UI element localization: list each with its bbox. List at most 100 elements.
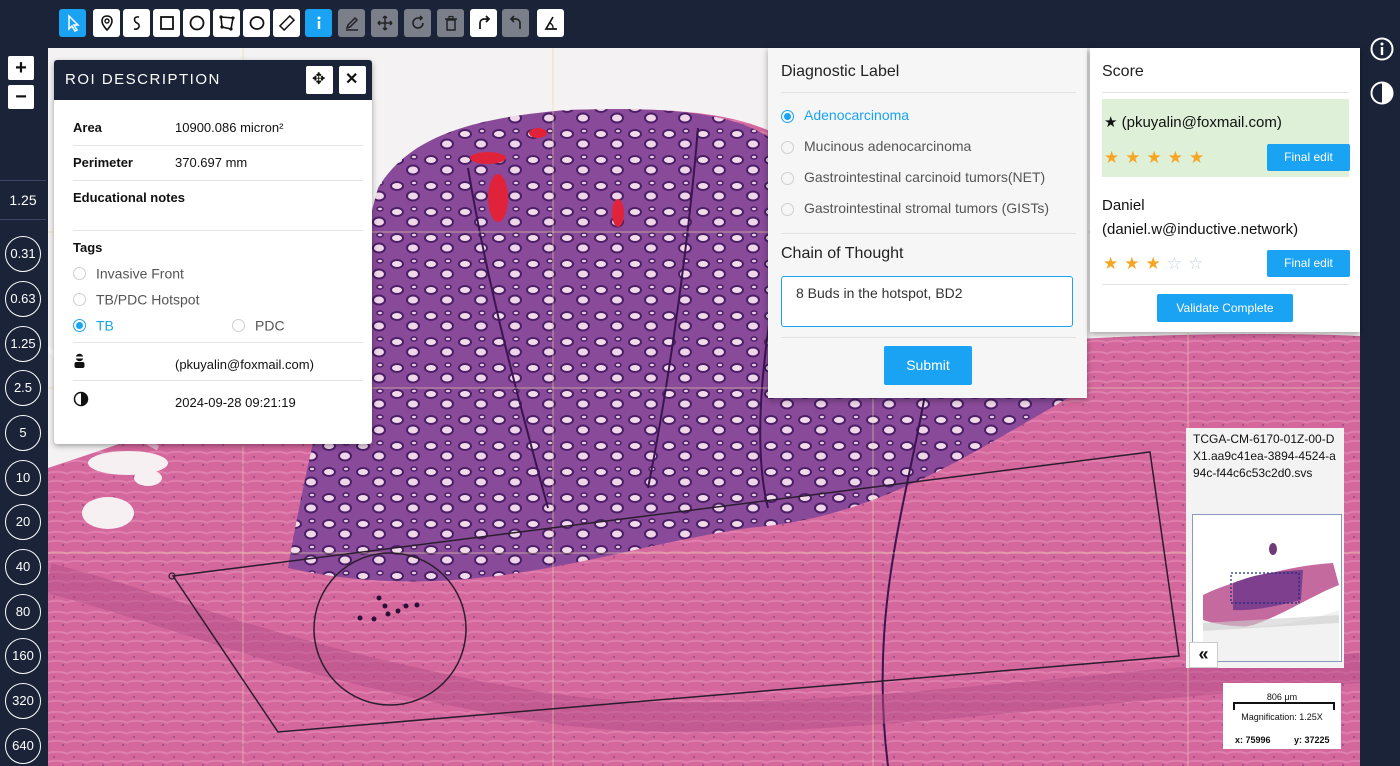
undo-icon[interactable] (502, 9, 529, 37)
scale-bar: 806 μm Magnification: 1.25X x: 75996 y: … (1223, 683, 1341, 749)
user-icon (74, 353, 85, 368)
rating-stars[interactable]: ★★★★★ (1104, 148, 1210, 168)
divider (73, 342, 363, 343)
contrast-icon[interactable] (1370, 81, 1394, 105)
tag-tb-pdc-hotspot[interactable]: TB/PDC Hotspot (73, 291, 363, 308)
chain-of-thought-textarea[interactable]: 8 Buds in the hotspot, BD2 (781, 276, 1073, 327)
angle-icon[interactable] (537, 9, 564, 37)
final-edit-button[interactable]: Final edit (1267, 250, 1350, 277)
rotate-icon[interactable] (404, 9, 431, 37)
ellipse-icon[interactable] (243, 9, 270, 37)
info-circle-icon[interactable] (1370, 37, 1394, 61)
magnification-button[interactable]: 20 (5, 504, 41, 540)
score-panel: Score ★ (pkuyalin@foxmail.com) ★★★★★ Fin… (1090, 48, 1360, 332)
rating-stars[interactable]: ★★★☆☆ (1103, 254, 1209, 274)
notes-row[interactable]: Educational notes (73, 190, 363, 205)
roi-description-panel: ROI DESCRIPTION ✥ ✕ Area 10900.086 micron… (54, 60, 372, 444)
area-row: Area 10900.086 micron² (73, 120, 363, 135)
magnification-button[interactable]: 640 (5, 728, 41, 764)
roi-panel-header[interactable]: ROI DESCRIPTION ✥ ✕ (54, 60, 372, 100)
info-icon[interactable] (305, 9, 332, 37)
clock-slot (73, 391, 175, 410)
scorer-name: Daniel (daniel.w@inductive.network) (1102, 194, 1298, 242)
zoom-out-button[interactable]: − (8, 85, 34, 109)
radio-icon[interactable] (73, 267, 86, 281)
slide-thumbnail[interactable] (1192, 514, 1342, 662)
ruler-icon[interactable] (273, 9, 300, 37)
diagnostic-label-panel: Diagnostic Label Adenocarcinoma Mucinous… (768, 48, 1087, 398)
move-icon[interactable] (371, 9, 398, 37)
divider (781, 337, 1076, 338)
divider (1102, 92, 1349, 93)
educational-notes-label: Educational notes (73, 190, 185, 205)
divider (73, 145, 363, 146)
divider (1102, 284, 1349, 285)
radio-icon[interactable] (73, 293, 86, 307)
radio-selected-icon[interactable] (73, 319, 86, 333)
close-icon[interactable]: ✕ (339, 66, 366, 94)
drag-move-icon[interactable]: ✥ (306, 66, 333, 94)
radio-icon[interactable] (781, 171, 794, 185)
polygon-icon[interactable] (213, 9, 240, 37)
diagnosis-option[interactable]: Gastrointestinal stromal tumors (GISTs) (781, 200, 1049, 216)
divider (781, 233, 1076, 234)
final-edit-button[interactable]: Final edit (1267, 144, 1350, 171)
right-sidebar (1360, 48, 1400, 766)
scorer-row: ★ (pkuyalin@foxmail.com) (1104, 113, 1282, 131)
magnification-button[interactable]: 10 (5, 460, 41, 496)
pencil-icon[interactable] (338, 9, 365, 37)
map-pin-icon[interactable] (93, 9, 120, 37)
radio-icon[interactable] (781, 202, 794, 216)
tag-pdc[interactable]: PDC (232, 317, 352, 334)
trash-icon[interactable] (437, 9, 464, 37)
select-pointer-icon[interactable] (59, 9, 86, 37)
roi-panel-title: ROI DESCRIPTION (65, 71, 221, 88)
tag-label: PDC (255, 317, 285, 334)
magnification-button[interactable]: 0.31 (5, 236, 41, 272)
radio-icon[interactable] (232, 319, 245, 333)
annotator-row: (pkuyalin@foxmail.com) (73, 353, 363, 372)
scorer-email: (daniel.w@inductive.network) (1102, 221, 1299, 238)
timestamp: 2024-09-28 09:21:19 (175, 395, 296, 410)
magnification-button[interactable]: 80 (5, 594, 41, 630)
tag-label: TB/PDC Hotspot (96, 291, 200, 308)
radio-icon[interactable] (781, 140, 794, 154)
option-label: Adenocarcinoma (804, 107, 910, 123)
magnification-button[interactable]: 40 (5, 549, 41, 585)
score-title: Score (1102, 63, 1144, 80)
scorer-email: (pkuyalin@foxmail.com) (1121, 114, 1282, 131)
x-coordinate: x: 75996 (1235, 735, 1271, 745)
diagnosis-option[interactable]: Adenocarcinoma (781, 107, 909, 123)
scorer-name-line: Daniel (1102, 197, 1145, 214)
magnification-button[interactable]: 5 (5, 415, 41, 451)
magnification-button[interactable]: 2.5 (5, 370, 41, 406)
slide-navigator: TCGA-CM-6170-01Z-00-DX1.aa9c41ea-3894-45… (1186, 428, 1344, 668)
freehand-icon[interactable] (123, 9, 150, 37)
magnification-button[interactable]: 160 (5, 638, 41, 674)
square-icon[interactable] (153, 9, 180, 37)
slide-filename: TCGA-CM-6170-01Z-00-DX1.aa9c41ea-3894-45… (1193, 432, 1336, 480)
tag-invasive-front[interactable]: Invasive Front (73, 265, 363, 282)
magnification-button[interactable]: 0.63 (5, 281, 41, 317)
tag-label: Invasive Front (96, 265, 184, 282)
user-avatar (73, 353, 175, 372)
scale-length: 806 μm (1266, 692, 1298, 702)
collapse-navigator-button[interactable]: « (1189, 642, 1218, 668)
validate-complete-button[interactable]: Validate Complete (1157, 294, 1293, 322)
zoom-in-button[interactable]: + (8, 56, 34, 80)
redo-icon[interactable] (470, 9, 497, 37)
perimeter-row: Perimeter 370.697 mm (73, 155, 363, 170)
magnification-button[interactable]: 320 (5, 683, 41, 719)
annotator-email: (pkuyalin@foxmail.com) (175, 357, 314, 372)
diagnosis-option[interactable]: Mucinous adenocarcinoma (781, 138, 971, 154)
y-coordinate: y: 37225 (1294, 735, 1330, 745)
score-entry-highlighted: ★ (pkuyalin@foxmail.com) ★★★★★ Final edi… (1102, 99, 1350, 177)
magnification-button[interactable]: 1.25 (5, 326, 41, 362)
contrast-icon (73, 391, 89, 407)
circle-icon[interactable] (183, 9, 210, 37)
diagnosis-option[interactable]: Gastrointestinal carcinoid tumors(NET) (781, 169, 1045, 185)
radio-selected-icon[interactable] (781, 109, 794, 123)
thumbnail-image (1193, 515, 1341, 661)
scale-line (1233, 702, 1335, 710)
submit-button[interactable]: Submit (884, 346, 972, 385)
